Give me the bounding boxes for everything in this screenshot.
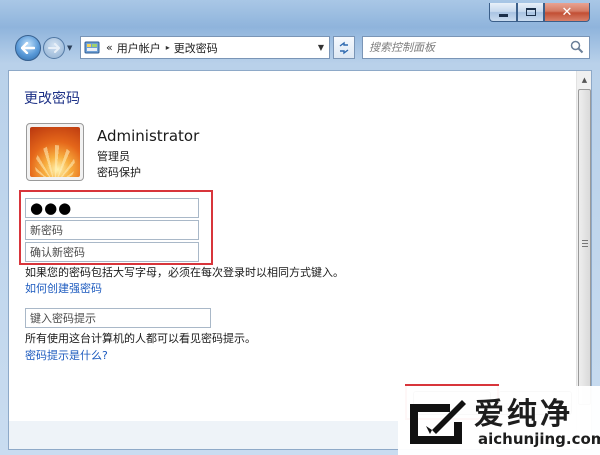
back-button[interactable] xyxy=(15,35,41,61)
user-protection-status: 密码保护 xyxy=(97,166,141,179)
watermark-logo-icon xyxy=(410,400,466,444)
password-hint-help-link[interactable]: 密码提示是什么? xyxy=(25,347,108,363)
scroll-up-icon[interactable]: ▲ xyxy=(578,72,591,87)
address-dropdown-icon[interactable]: ▼ xyxy=(313,37,329,58)
password-hint-field[interactable] xyxy=(25,308,211,328)
refresh-icon xyxy=(339,41,349,54)
user-avatar xyxy=(26,123,84,181)
maximize-button[interactable] xyxy=(517,3,544,22)
control-panel-icon xyxy=(84,41,100,53)
case-sensitivity-notice: 如果您的密码包括大写字母，必须在每次登录时以相同方式键入。 xyxy=(25,266,344,279)
history-dropdown-icon[interactable]: ▼ xyxy=(67,44,72,52)
hint-visibility-info: 所有使用这台计算机的人都可以看见密码提示。 xyxy=(25,332,256,345)
watermark-brand: 爱纯净 xyxy=(474,397,573,432)
watermark: 爱纯净 aichunjing.com xyxy=(398,386,600,455)
watermark-url: aichunjing.com xyxy=(478,430,600,448)
forward-arrow-icon xyxy=(48,43,60,53)
window-controls: ✕ xyxy=(489,3,590,23)
scroll-grip-icon xyxy=(582,240,588,247)
user-name: Administrator xyxy=(97,127,200,145)
password-fields-highlight xyxy=(19,190,213,265)
address-bar[interactable]: « 用户帐户 ▸ 更改密码 ▼ xyxy=(80,36,330,59)
search-input[interactable] xyxy=(363,37,563,58)
breadcrumb-separator[interactable]: ▸ xyxy=(166,43,170,52)
search-icon[interactable] xyxy=(570,40,584,54)
user-role: 管理员 xyxy=(97,150,130,163)
forward-button[interactable] xyxy=(43,37,65,59)
navigation-bar: ▼ « 用户帐户 ▸ 更改密码 ▼ xyxy=(0,34,600,62)
back-arrow-icon xyxy=(21,42,35,54)
close-icon: ✕ xyxy=(561,4,573,20)
search-box[interactable] xyxy=(362,36,590,59)
breadcrumb-change-password[interactable]: 更改密码 xyxy=(174,40,218,56)
strong-password-link[interactable]: 如何创建强密码 xyxy=(25,280,102,296)
user-avatar-icon xyxy=(30,127,80,177)
breadcrumb-user-accounts[interactable]: 用户帐户 xyxy=(117,40,161,56)
maximize-icon xyxy=(525,8,536,16)
address-prefix[interactable]: « xyxy=(106,41,113,54)
minimize-button[interactable] xyxy=(489,3,517,22)
close-button[interactable]: ✕ xyxy=(544,3,590,22)
scroll-thumb[interactable] xyxy=(578,89,591,405)
window-frame: ✕ ▼ « 用户帐户 ▸ 更改密码 ▼ 搜索控制面板 更改密码 Administ… xyxy=(0,0,600,455)
refresh-button[interactable] xyxy=(333,36,355,59)
minimize-icon xyxy=(498,14,508,17)
page-title: 更改密码 xyxy=(24,91,80,107)
